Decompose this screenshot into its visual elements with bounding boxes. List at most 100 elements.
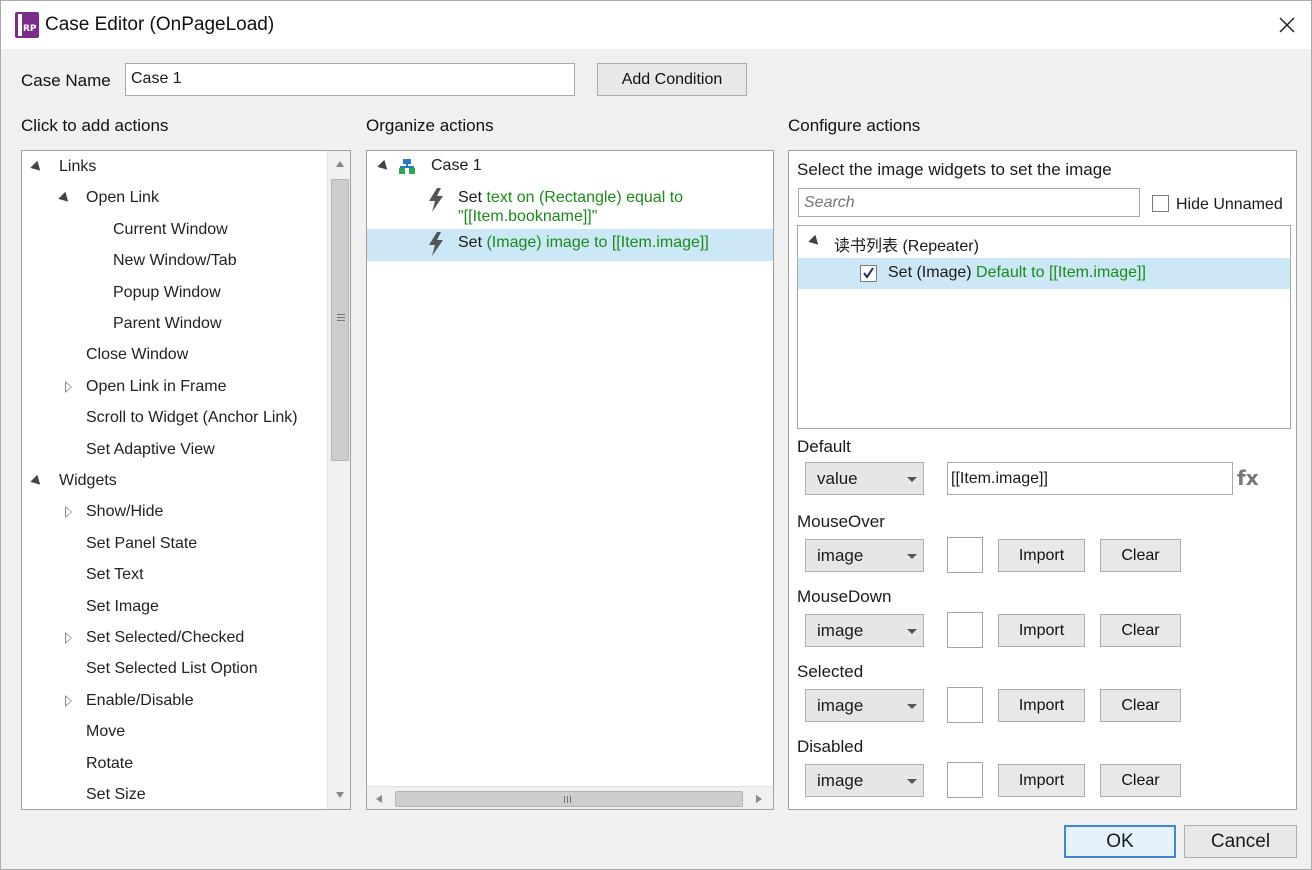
state-label: MouseDown (797, 587, 892, 606)
clear-button[interactable]: Clear (1100, 539, 1181, 572)
default-mode-select[interactable]: value (805, 462, 924, 495)
tree-expand-toggle[interactable] (30, 474, 44, 488)
default-label: Default (797, 437, 851, 456)
action1-prefix: Set (458, 189, 487, 206)
chevron-down-icon (907, 779, 917, 784)
case-name-input[interactable]: Case 1 (125, 63, 575, 96)
organize-horizontal-scrollbar[interactable] (367, 786, 773, 809)
clear-button[interactable]: Clear (1100, 764, 1181, 797)
tree-item[interactable]: Enable/Disable (86, 686, 194, 716)
repeater-label[interactable]: 读书列表 (Repeater) (834, 232, 979, 256)
widget-tree: 读书列表 (Repeater) Set (Image) Default to [… (797, 225, 1291, 429)
import-button[interactable]: Import (998, 689, 1085, 722)
image-preview-swatch[interactable] (947, 762, 983, 798)
tree-item[interactable]: Move (86, 717, 125, 747)
action-row-set-image[interactable]: Set (Image) image to [[Item.image]] (367, 229, 773, 261)
widget-row-image[interactable]: Set (Image) Default to [[Item.image]] (798, 258, 1290, 289)
tree-scroll-thumb[interactable] (331, 179, 349, 461)
ok-button[interactable]: OK (1064, 825, 1176, 858)
tree-item[interactable]: Set Size (86, 780, 146, 809)
tree-item[interactable]: Set Selected List Option (86, 654, 258, 684)
close-icon (1279, 17, 1295, 33)
scroll-down-arrow-icon[interactable] (335, 791, 345, 799)
tree-item[interactable]: Popup Window (113, 278, 221, 308)
tree-item[interactable]: New Window/Tab (113, 246, 237, 276)
checkmark-icon (863, 267, 874, 279)
action2-text: (Image) image to [[Item.image]] (486, 234, 709, 251)
state-mode-value: image (817, 695, 864, 715)
chevron-down-icon (907, 629, 917, 634)
tree-expand-toggle[interactable] (58, 380, 72, 394)
tree-item[interactable]: Links (59, 152, 96, 182)
tree-item[interactable]: Widgets (59, 466, 117, 496)
configure-actions-panel: Select the image widgets to set the imag… (788, 150, 1297, 810)
image-preview-swatch[interactable] (947, 537, 983, 573)
action-row-set-text[interactable]: Set text on (Rectangle) equal to "[[Item… (367, 185, 773, 229)
scroll-left-arrow-icon[interactable] (375, 794, 383, 804)
case-icon (399, 159, 415, 174)
state-mode-select[interactable]: image (805, 689, 924, 722)
case-label[interactable]: Case 1 (431, 157, 482, 175)
default-mode-value: value (817, 468, 858, 488)
clear-button[interactable]: Clear (1100, 689, 1181, 722)
organize-scroll-thumb[interactable] (395, 791, 743, 807)
fx-icon[interactable]: fx (1237, 466, 1259, 490)
import-button[interactable]: Import (998, 614, 1085, 647)
widget-row-checkbox[interactable] (860, 265, 877, 282)
tree-item[interactable]: Show/Hide (86, 497, 163, 527)
action1-line2: "[[Item.bookname]]" (458, 208, 598, 225)
app-icon-text: RP (23, 24, 37, 34)
default-value-input[interactable]: [[Item.image]] (947, 462, 1233, 495)
scroll-right-arrow-icon[interactable] (755, 794, 763, 804)
state-label: Selected (797, 662, 864, 681)
widget-search-input[interactable] (798, 188, 1140, 217)
tree-vertical-scrollbar[interactable] (327, 151, 350, 809)
state-mode-select[interactable]: image (805, 539, 924, 572)
tree-expand-toggle[interactable] (58, 694, 72, 708)
configure-actions-heading: Configure actions (788, 116, 921, 135)
hide-unnamed-checkbox[interactable] (1152, 195, 1169, 212)
tree-expand-toggle[interactable] (30, 160, 44, 174)
lightning-icon (429, 188, 443, 212)
axure-rp-icon: RP (15, 12, 39, 38)
default-value-text: [[Item.image]] (951, 470, 1048, 487)
clear-button[interactable]: Clear (1100, 614, 1181, 647)
tree-item[interactable]: Parent Window (113, 309, 222, 339)
tree-item[interactable]: Set Selected/Checked (86, 623, 244, 653)
tree-item[interactable]: Open Link (86, 183, 159, 213)
tree-expand-toggle[interactable] (58, 505, 72, 519)
action1-line1: text on (Rectangle) equal to (486, 189, 684, 206)
repeater-expand-toggle[interactable] (808, 234, 822, 248)
image-preview-swatch[interactable] (947, 612, 983, 648)
case-name-value: Case 1 (131, 70, 182, 87)
close-button[interactable] (1267, 7, 1307, 43)
dialog-title: Case Editor (OnPageLoad) (45, 14, 275, 35)
cancel-button[interactable]: Cancel (1184, 825, 1297, 858)
add-condition-button[interactable]: Add Condition (597, 63, 747, 96)
tree-item[interactable]: Close Window (86, 340, 188, 370)
tree-expand-toggle[interactable] (58, 191, 72, 206)
tree-item[interactable]: Set Adaptive View (86, 435, 215, 465)
import-button[interactable]: Import (998, 764, 1085, 797)
state-label: Disabled (797, 737, 864, 756)
tree-item[interactable]: Open Link in Frame (86, 372, 227, 402)
tree-item[interactable]: Rotate (86, 749, 133, 779)
tree-item[interactable]: Scroll to Widget (Anchor Link) (86, 403, 298, 433)
widget-row-prefix: Set (Image) (888, 264, 977, 281)
state-mode-value: image (817, 620, 864, 640)
tree-item[interactable]: Set Image (86, 592, 159, 622)
tree-item[interactable]: Set Panel State (86, 529, 197, 559)
case-expand-toggle[interactable] (377, 159, 391, 173)
tree-item[interactable]: Current Window (113, 215, 228, 245)
add-actions-heading: Click to add actions (21, 116, 169, 135)
image-preview-swatch[interactable] (947, 687, 983, 723)
import-button[interactable]: Import (998, 539, 1085, 572)
tree-item[interactable]: Set Text (86, 560, 144, 590)
scroll-up-arrow-icon[interactable] (335, 160, 345, 168)
chevron-down-icon (907, 554, 917, 559)
state-mode-select[interactable]: image (805, 614, 924, 647)
add-actions-tree: Links Open Link Current Window New Window/T… (21, 150, 351, 810)
chevron-down-icon (907, 477, 917, 482)
tree-expand-toggle[interactable] (58, 631, 72, 645)
state-mode-select[interactable]: image (805, 764, 924, 797)
